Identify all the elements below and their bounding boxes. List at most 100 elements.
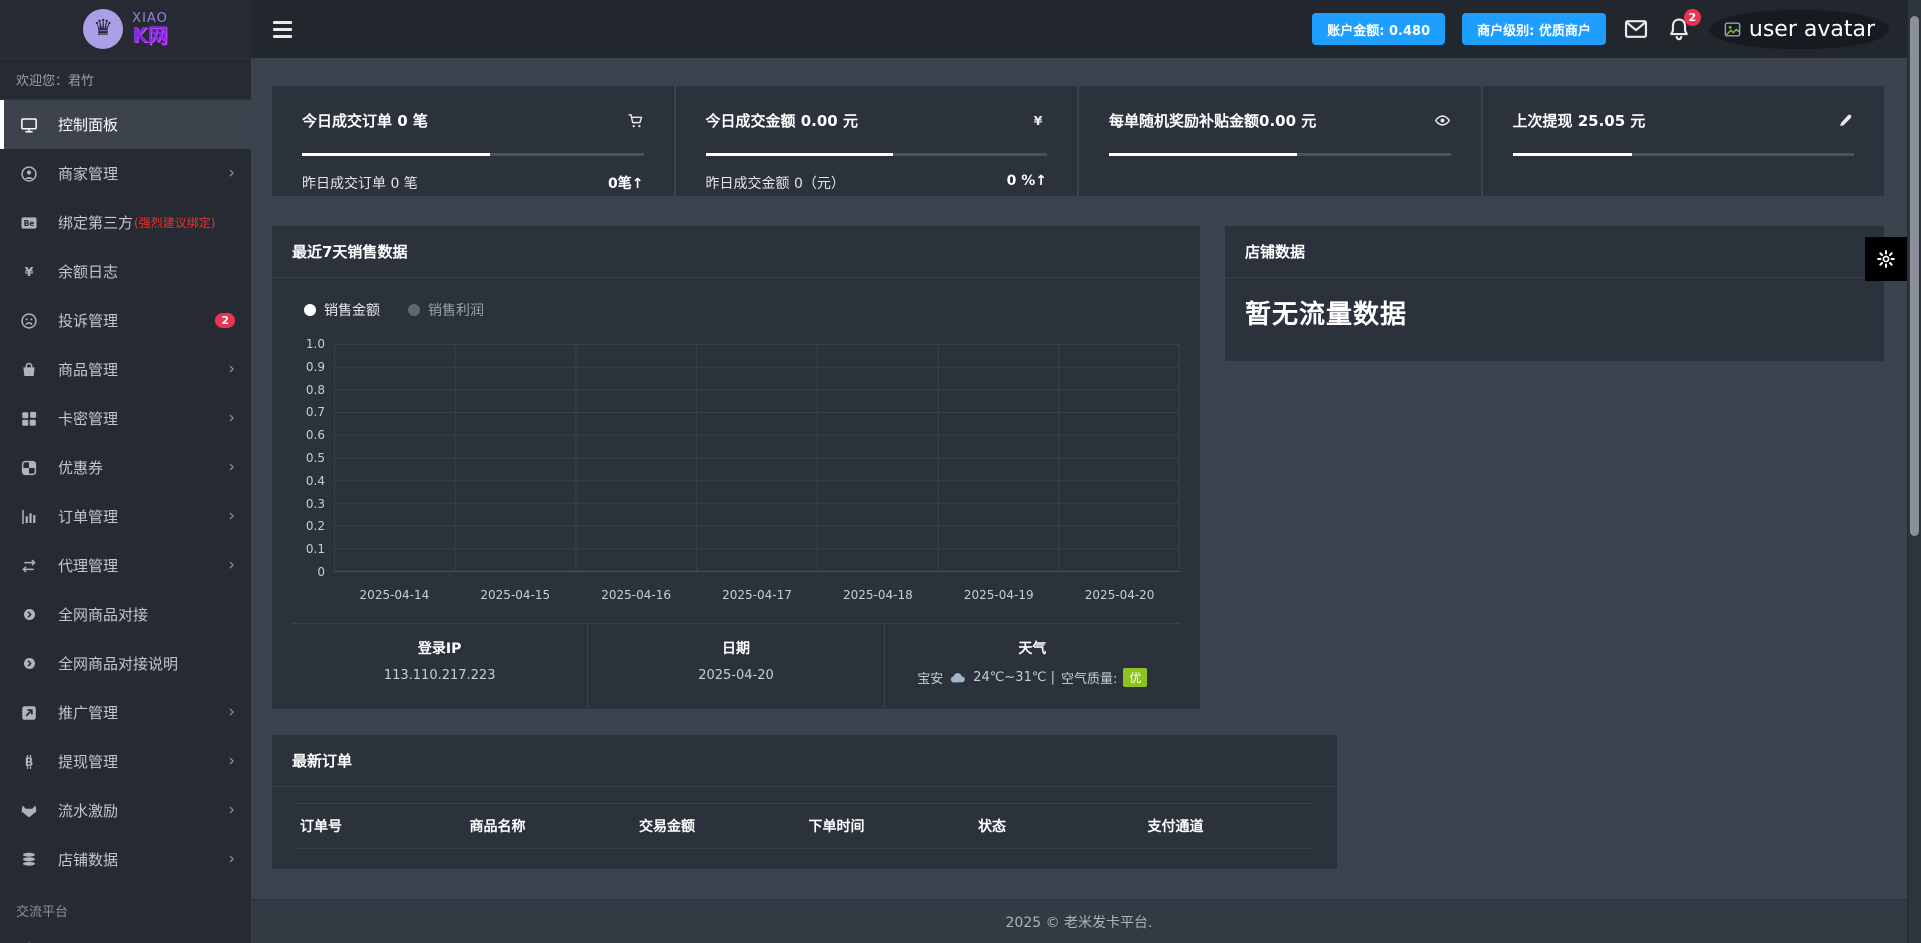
date-block: 日期 2025-04-20 <box>587 624 883 709</box>
sidebar-item[interactable]: Be 绑定第三方 (强烈建议绑定) <box>0 198 251 247</box>
stat-card-title: 今日成交订单 0 笔 <box>302 112 428 130</box>
sidebar-item[interactable]: B 提现管理 › <box>0 737 251 786</box>
stat-cards-row: 今日成交订单 0 笔 昨日成交订单 0 笔 0笔↑ 今日成交金额 0.00 元 … <box>272 86 1884 196</box>
chevron-right-icon: › <box>228 800 235 820</box>
eye-icon <box>1434 112 1451 129</box>
chart-grid <box>334 344 1180 572</box>
chart-y-axis: 1.0 0.9 0.8 0.7 0.6 0.5 0.4 0.3 0.2 0.1 0 <box>292 337 334 579</box>
chevron-right-icon: › <box>228 506 235 526</box>
bar-chart-icon <box>0 508 58 526</box>
mail-icon[interactable] <box>1623 16 1649 42</box>
sidebar-item[interactable]: 商家管理 › <box>0 149 251 198</box>
settings-button[interactable] <box>1865 237 1907 281</box>
sidebar-item[interactable]: 对接QQ群 <box>0 926 251 943</box>
merchant-level-button[interactable]: 商户级别: 优质商户 <box>1462 13 1606 45</box>
shop-data-panel: 店铺数据 暂无流量数据 <box>1225 226 1884 361</box>
stat-card-progress <box>705 153 1047 156</box>
scrollbar-thumb[interactable] <box>1910 16 1919 536</box>
y-tick-label: 1.0 <box>305 337 325 351</box>
account-balance-button[interactable]: 账户金额: 0.480 <box>1312 13 1446 45</box>
stat-card-sub-left: 昨日成交金额 0（元） <box>705 176 845 192</box>
sidebar-item[interactable]: 订单管理 › <box>0 492 251 541</box>
y-tick-label: 0.8 <box>305 382 325 397</box>
orders-column-header: 状态 <box>974 803 1144 849</box>
legend-dot-icon <box>408 304 420 316</box>
y-tick-label: 0.2 <box>305 519 325 534</box>
stat-card: 今日成交订单 0 笔 昨日成交订单 0 笔 0笔↑ <box>272 86 674 196</box>
sales-panel-title: 最近7天销售数据 <box>272 226 1200 278</box>
chevron-right-icon: › <box>228 359 235 379</box>
login-ip-label: 登录IP <box>417 641 462 657</box>
air-quality-badge: 优 <box>1123 668 1148 687</box>
orders-table: 订单号 商品名称 交易金额 下单时间 状态 支付通道 <box>296 803 1313 849</box>
stat-card: 今日成交金额 0.00 元 ¥ 昨日成交金额 0（元） 0 %↑ <box>675 86 1077 196</box>
legend-item[interactable]: 销售利润 <box>408 300 484 320</box>
chevron-right-icon: › <box>228 457 235 477</box>
pen-icon <box>1837 112 1854 129</box>
x-tick-label: 2025-04-18 <box>842 588 913 602</box>
bag-icon <box>0 361 58 379</box>
weather-label: 天气 <box>1018 641 1047 657</box>
bitcoin-icon: B <box>0 753 58 771</box>
user-icon <box>0 165 58 183</box>
latest-orders-panel: 最新订单 订单号 商品名称 交易金额 下单时间 状态 支付通道 <box>272 735 1337 869</box>
sidebar-item[interactable]: 商品管理 › <box>0 345 251 394</box>
chart-x-axis: 2025-04-14 2025-04-15 2025-04-16 2025-04-17… <box>334 588 1180 609</box>
logo[interactable]: ♛ XIAO K网 <box>0 0 251 58</box>
sidebar-item[interactable]: 全网商品对接 <box>0 590 251 639</box>
vertical-scrollbar[interactable] <box>1907 0 1921 943</box>
user-avatar[interactable]: user avatar <box>1708 9 1889 49</box>
line-chart: 1.0 0.9 0.8 0.7 0.6 0.5 0.4 0.3 0.2 0.1 0 <box>292 337 1180 579</box>
date-label: 日期 <box>721 641 750 657</box>
x-tick-label: 2025-04-19 <box>963 588 1034 602</box>
sidebar-item[interactable]: 控制面板 <box>0 100 251 149</box>
sidebar-item[interactable]: 卡密管理 › <box>0 394 251 443</box>
sidebar-item[interactable]: 店铺数据 › <box>0 835 251 884</box>
weather-city: 宝安 <box>917 672 944 687</box>
x-tick-label: 2025-04-17 <box>722 588 792 602</box>
y-tick-label: 0.6 <box>305 428 325 443</box>
stat-card-sub-right: 0 %↑ <box>1006 173 1047 189</box>
shop-empty-text: 暂无流量数据 <box>1245 300 1408 330</box>
shop-panel-title: 店铺数据 <box>1225 226 1884 278</box>
sidebar-section-label: 交流平台 <box>16 905 69 920</box>
monitor-icon <box>0 116 58 134</box>
qq-icon <box>0 940 58 943</box>
x-tick-label: 2025-04-14 <box>359 588 430 602</box>
svg-text:B: B <box>25 755 34 768</box>
y-tick-label: 0.9 <box>305 359 325 374</box>
sidebar-item[interactable]: 推广管理 › <box>0 688 251 737</box>
sidebar-item[interactable]: 全网商品对接说明 <box>0 639 251 688</box>
external-link-icon <box>0 704 58 722</box>
notifications-button[interactable]: 2 <box>1666 9 1701 42</box>
yen-icon: ¥ <box>0 263 58 281</box>
stat-card-title: 今日成交金额 0.00 元 <box>705 112 858 130</box>
weather-block: 天气 宝安 24℃~31℃ | 空气质量: 优 <box>883 624 1180 709</box>
arrow-circle-icon <box>0 607 58 622</box>
sidebar-item[interactable]: ¥ 余额日志 <box>0 247 251 296</box>
login-ip-value: 113.110.217.223 <box>383 668 496 683</box>
chevron-right-icon: › <box>228 702 235 722</box>
item-badge: 2 <box>215 313 235 328</box>
orders-column-header: 交易金额 <box>635 803 805 849</box>
topbar: 账户金额: 0.480 商户级别: 优质商户 2 user avatar <box>251 0 1907 58</box>
sidebar-item[interactable]: 投诉管理 2 <box>0 296 251 345</box>
notification-badge: 2 <box>1683 9 1701 26</box>
frown-icon <box>0 312 58 330</box>
sales-info-row: 登录IP 113.110.217.223 日期 2025-04-20 天气 宝安… <box>292 623 1180 709</box>
exchange-icon <box>0 557 58 575</box>
sidebar-item[interactable]: 优惠券 › <box>0 443 251 492</box>
legend-item[interactable]: 销售金额 <box>304 300 380 320</box>
svg-text:Be: Be <box>24 218 35 227</box>
sidebar-item[interactable]: 代理管理 › <box>0 541 251 590</box>
sidebar-item[interactable]: 流水激励 › <box>0 786 251 835</box>
legend-dot-icon <box>304 304 316 316</box>
database-icon <box>0 851 58 869</box>
hamburger-menu-icon[interactable] <box>273 20 292 38</box>
logo-text-main: K网 <box>132 23 168 48</box>
stat-card-progress <box>302 153 644 156</box>
x-tick-label: 2025-04-16 <box>601 588 672 602</box>
cloud-icon <box>949 669 967 687</box>
orders-column-header: 订单号 <box>296 803 466 849</box>
page-footer: 2025 © 老米发卡平台. <box>251 899 1907 943</box>
